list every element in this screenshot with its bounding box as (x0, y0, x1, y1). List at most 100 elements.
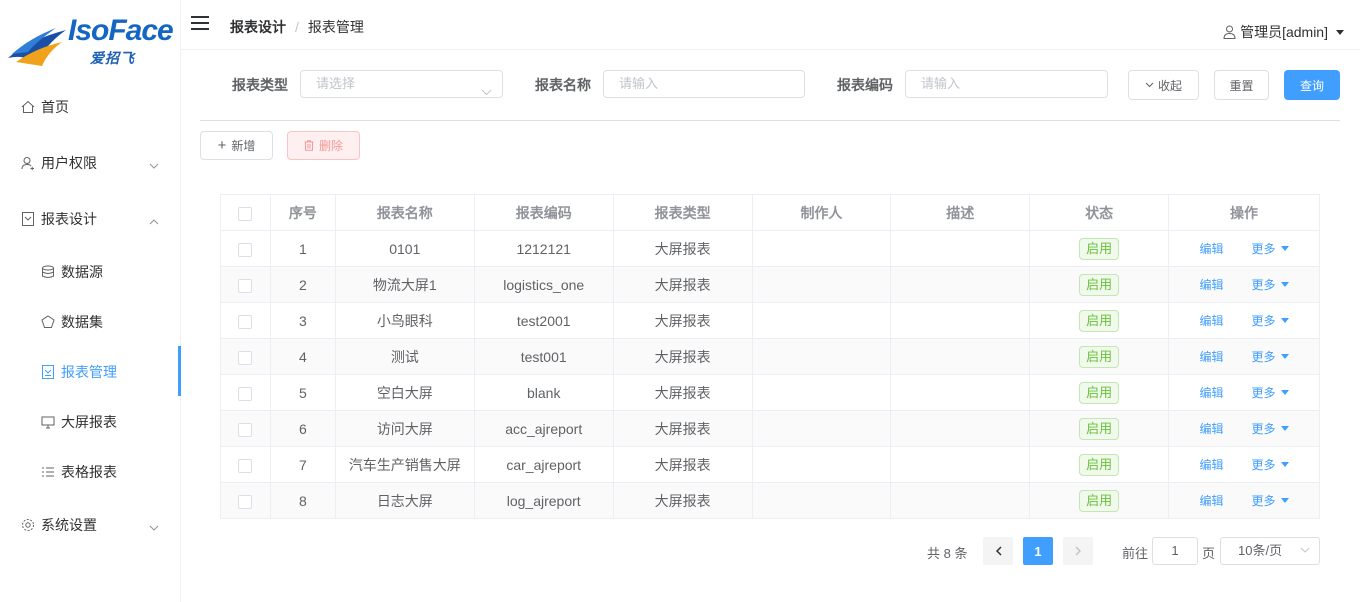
logo-brand-text: IsoFace (68, 14, 174, 47)
hamburger-menu-icon[interactable] (191, 16, 209, 30)
table-row[interactable]: 2 物流大屏1 logistics_one 大屏报表 启用 编辑 更多 (220, 266, 1320, 303)
chevron-down-icon (1145, 82, 1154, 88)
chevron-up-icon (149, 212, 159, 228)
user-icon (1223, 25, 1236, 39)
goto-page-input[interactable]: 1 (1152, 537, 1198, 565)
next-page-button[interactable] (1063, 537, 1093, 565)
report-code-label: 报表编码 (837, 77, 893, 93)
row-checkbox[interactable] (238, 386, 253, 401)
row-index: 6 (270, 410, 336, 447)
sidebar-item-datasource[interactable]: 数据源 (0, 252, 181, 292)
edit-link[interactable]: 编辑 (1200, 494, 1224, 508)
report-name-label: 报表名称 (535, 77, 591, 93)
breadcrumb-item[interactable]: 报表设计 (230, 17, 286, 37)
more-dropdown[interactable]: 更多 (1252, 384, 1289, 401)
column-header: 制作人 (752, 194, 892, 231)
collapse-label: 收起 (1157, 78, 1182, 93)
report-code-cell: 1212121 (474, 230, 614, 267)
status-badge: 启用 (1079, 381, 1120, 404)
report-type-cell: 大屏报表 (613, 302, 753, 339)
more-dropdown[interactable]: 更多 (1252, 240, 1289, 257)
report-name-input[interactable]: 请输入 (603, 70, 805, 98)
chevron-right-icon (1074, 546, 1082, 556)
report-type-cell: 大屏报表 (613, 338, 753, 375)
select-all-checkbox[interactable] (238, 206, 253, 221)
delete-button[interactable]: 删除 (287, 131, 360, 160)
user-dropdown[interactable]: 管理员[admin] (1223, 22, 1344, 42)
row-checkbox[interactable] (238, 422, 253, 437)
more-dropdown[interactable]: 更多 (1252, 312, 1289, 329)
report-code-input[interactable]: 请输入 (905, 70, 1108, 98)
more-dropdown[interactable]: 更多 (1252, 456, 1289, 473)
report-type-cell: 大屏报表 (613, 374, 753, 411)
user-icon (20, 155, 36, 171)
row-checkbox[interactable] (238, 242, 253, 257)
more-label: 更多 (1251, 350, 1276, 364)
more-dropdown[interactable]: 更多 (1252, 276, 1289, 293)
status-badge: 启用 (1079, 309, 1120, 332)
table-row[interactable]: 4 测试 test001 大屏报表 启用 编辑 更多 (220, 338, 1320, 375)
page-size-select[interactable]: 10条/页 (1220, 537, 1320, 565)
user-name: 管理员[admin] (1240, 24, 1328, 40)
row-checkbox[interactable] (238, 494, 253, 509)
goto-label: 前往 (1122, 546, 1149, 561)
report-name-placeholder: 请输入 (619, 76, 659, 91)
sidebar-item-report-manage[interactable]: 报表管理 (0, 352, 181, 392)
table-row[interactable]: 8 日志大屏 log_ajreport 大屏报表 启用 编辑 更多 (220, 482, 1320, 519)
report-name-cell: 小鸟眼科 (335, 302, 475, 339)
query-button[interactable]: 查询 (1284, 70, 1340, 100)
report-icon (20, 211, 36, 227)
edit-link[interactable]: 编辑 (1200, 314, 1224, 328)
table-row[interactable]: 1 0101 1212121 大屏报表 启用 编辑 更多 (220, 230, 1320, 267)
more-dropdown[interactable]: 更多 (1252, 492, 1289, 509)
table-row[interactable]: 6 访问大屏 acc_ajreport 大屏报表 启用 编辑 更多 (220, 410, 1320, 447)
sidebar-item-label: 大屏报表 (61, 414, 117, 430)
edit-link[interactable]: 编辑 (1200, 278, 1224, 292)
edit-link[interactable]: 编辑 (1200, 422, 1224, 436)
sidebar-item-user-permission[interactable]: 用户权限 (0, 143, 181, 183)
edit-link[interactable]: 编辑 (1200, 386, 1224, 400)
author-cell (752, 410, 892, 447)
description-cell (890, 266, 1031, 303)
chevron-down-icon (481, 79, 492, 105)
row-checkbox[interactable] (238, 278, 253, 293)
chevron-down-icon (1300, 547, 1310, 553)
prev-page-button[interactable] (983, 537, 1013, 565)
sidebar-item-home[interactable]: 首页 (0, 87, 181, 127)
more-label: 更多 (1251, 278, 1276, 292)
sidebar-item-table-report[interactable]: 表格报表 (0, 452, 181, 492)
row-select-cell (220, 482, 271, 519)
table-row[interactable]: 7 汽车生产销售大屏 car_ajreport 大屏报表 启用 编辑 更多 (220, 446, 1320, 483)
row-checkbox[interactable] (238, 314, 253, 329)
query-label: 查询 (1299, 78, 1324, 93)
caret-down-icon (1280, 354, 1289, 359)
edit-link[interactable]: 编辑 (1200, 350, 1224, 364)
edit-link[interactable]: 编辑 (1200, 458, 1224, 472)
page-size-value: 10条/页 (1238, 543, 1283, 558)
row-checkbox[interactable] (238, 458, 253, 473)
table-row[interactable]: 3 小鸟眼科 test2001 大屏报表 启用 编辑 更多 (220, 302, 1320, 339)
more-dropdown[interactable]: 更多 (1252, 420, 1289, 437)
add-button[interactable]: + 新增 (200, 131, 273, 160)
sidebar-item-dataset[interactable]: 数据集 (0, 302, 181, 342)
row-checkbox[interactable] (238, 350, 253, 365)
sidebar-item-system-settings[interactable]: 系统设置 (0, 505, 181, 545)
sidebar-item-report-design[interactable]: 报表设计 (0, 199, 181, 239)
table-row[interactable]: 5 空白大屏 blank 大屏报表 启用 编辑 更多 (220, 374, 1320, 411)
report-type-select[interactable]: 请选择 (300, 70, 503, 98)
more-label: 更多 (1251, 242, 1276, 256)
caret-down-icon (1280, 498, 1289, 503)
sidebar-item-bigscreen-report[interactable]: 大屏报表 (0, 402, 181, 442)
author-cell (752, 374, 892, 411)
collapse-button[interactable]: 收起 (1128, 70, 1199, 100)
status-cell: 启用 (1029, 266, 1170, 303)
report-code-cell: test2001 (474, 302, 614, 339)
breadcrumb: 报表设计 / 报表管理 (230, 17, 364, 37)
row-select-cell (220, 266, 271, 303)
reset-button[interactable]: 重置 (1214, 70, 1269, 100)
plus-icon: + (217, 137, 227, 154)
page-number-button[interactable]: 1 (1023, 537, 1053, 565)
logo-wing-icon (8, 28, 66, 66)
edit-link[interactable]: 编辑 (1200, 242, 1224, 256)
more-dropdown[interactable]: 更多 (1252, 348, 1289, 365)
